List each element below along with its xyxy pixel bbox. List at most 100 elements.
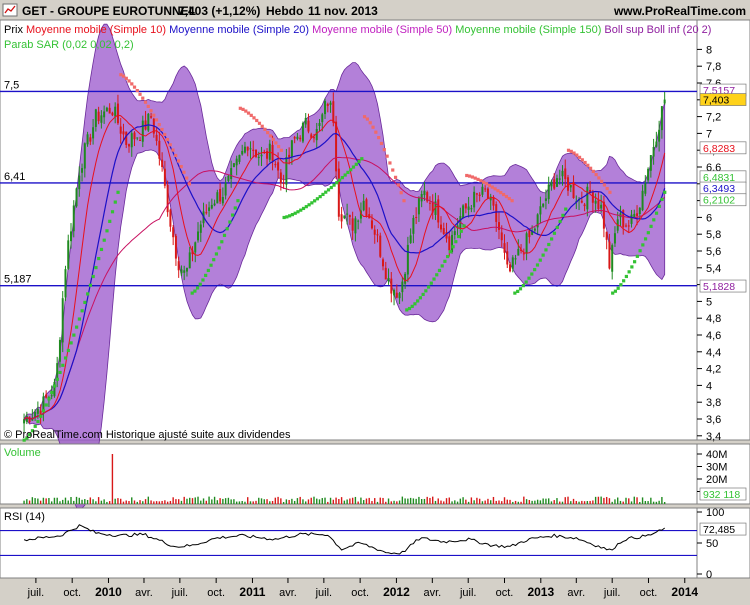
- sar-dot: [225, 227, 229, 231]
- volume-bar: [288, 499, 290, 504]
- sar-dot: [88, 283, 93, 287]
- sar-dot: [113, 200, 117, 204]
- time-tick-label: oct.: [351, 587, 369, 599]
- candle-body: [437, 199, 440, 223]
- sar-dot: [143, 100, 148, 104]
- sar-dot: [335, 181, 339, 185]
- volume-bar: [393, 500, 395, 504]
- volume-bar: [293, 500, 296, 504]
- candle-body: [213, 203, 216, 206]
- volume-bar: [437, 498, 439, 504]
- candle-body: [398, 293, 401, 299]
- volume-bar: [222, 498, 224, 504]
- volume-bar: [125, 500, 127, 504]
- price-tick-label: 4,6: [706, 330, 721, 342]
- sar-dot: [263, 127, 267, 131]
- sar-dot: [459, 229, 463, 233]
- sar-dot: [222, 233, 227, 237]
- volume-bar: [23, 500, 25, 504]
- volume-bar: [305, 501, 307, 504]
- sar-dot: [496, 189, 500, 193]
- candle-body: [304, 117, 307, 125]
- volume-bar: [280, 498, 282, 504]
- sar-dot: [174, 153, 178, 158]
- candle-body: [663, 99, 666, 104]
- candle-body: [235, 158, 238, 166]
- sar-dot: [426, 285, 431, 289]
- sar-dot: [282, 215, 286, 220]
- candle-body: [354, 218, 357, 234]
- value-label-text: 6,8283: [703, 143, 735, 155]
- candle-body: [81, 168, 84, 173]
- sar-dot: [613, 289, 618, 293]
- volume-bar: [150, 500, 152, 504]
- sar-dot: [550, 237, 554, 241]
- volume-bar: [509, 499, 511, 504]
- sar-dot: [152, 113, 156, 117]
- volume-bar: [407, 498, 409, 504]
- volume-bar: [594, 496, 597, 504]
- candle-body: [586, 186, 589, 210]
- volume-bar: [241, 500, 243, 504]
- time-tick-label: juil.: [27, 587, 45, 599]
- volume-bar: [608, 498, 611, 504]
- volume-bar: [385, 501, 387, 504]
- sar-dot: [605, 186, 609, 191]
- candle-body: [100, 115, 103, 123]
- candle-body: [464, 203, 467, 209]
- rsi-value-label: 72,485: [699, 522, 747, 536]
- sar-dot: [321, 192, 325, 197]
- volume-bar: [180, 500, 183, 504]
- volume-bar: [371, 501, 373, 504]
- sar-dot: [413, 302, 417, 306]
- candle-body: [558, 178, 561, 180]
- sar-dot: [299, 208, 303, 212]
- candle-body: [473, 191, 476, 208]
- candle-body: [384, 267, 387, 280]
- sar-dot: [313, 199, 317, 203]
- volume-bar: [396, 501, 398, 504]
- sar-dot: [368, 121, 372, 125]
- candle-body: [70, 231, 73, 242]
- candle-body: [569, 184, 572, 188]
- level-label: 5,187: [4, 274, 32, 286]
- volume-bar: [578, 501, 580, 504]
- sar-dot: [296, 210, 300, 214]
- sar-dot: [47, 397, 51, 401]
- sar-dot: [575, 153, 579, 157]
- sar-dot: [271, 137, 275, 141]
- price-tick-label: 4,2: [706, 364, 721, 376]
- sar-dot: [448, 250, 452, 254]
- volume-bar: [340, 497, 343, 504]
- volume-bar: [622, 501, 624, 504]
- candle-body: [591, 191, 594, 203]
- sar-dot: [338, 178, 342, 182]
- volume-bar: [456, 501, 459, 504]
- candle-body: [373, 229, 376, 235]
- candle-body: [544, 198, 547, 201]
- volume-bar: [45, 498, 47, 504]
- legend-entry: Boll sup Boll inf (20 2): [604, 24, 711, 36]
- sar-dot: [396, 183, 400, 187]
- price-tick-label: 7,8: [706, 61, 721, 73]
- legend-entry: Prix: [4, 24, 26, 36]
- sar-dot: [52, 384, 57, 388]
- candle-body: [649, 155, 652, 171]
- volume-bar: [131, 497, 133, 504]
- candle-body: [509, 264, 512, 272]
- time-tick-label: oct.: [63, 587, 81, 599]
- volume-bar: [454, 500, 456, 504]
- volume-bar: [128, 501, 130, 504]
- sar-dot: [432, 277, 436, 281]
- time-tick-label: juil.: [315, 587, 333, 599]
- volume-bar: [37, 498, 39, 504]
- sar-dot: [198, 282, 202, 286]
- sar-dot: [285, 215, 289, 219]
- candle-body: [580, 200, 583, 203]
- volume-tick-label: 40M: [706, 449, 727, 461]
- candle-body: [246, 146, 249, 151]
- volume-bar: [614, 499, 616, 504]
- sar-dot: [236, 199, 240, 203]
- candle-body: [605, 231, 608, 240]
- price-tick-label: 3,8: [706, 397, 721, 409]
